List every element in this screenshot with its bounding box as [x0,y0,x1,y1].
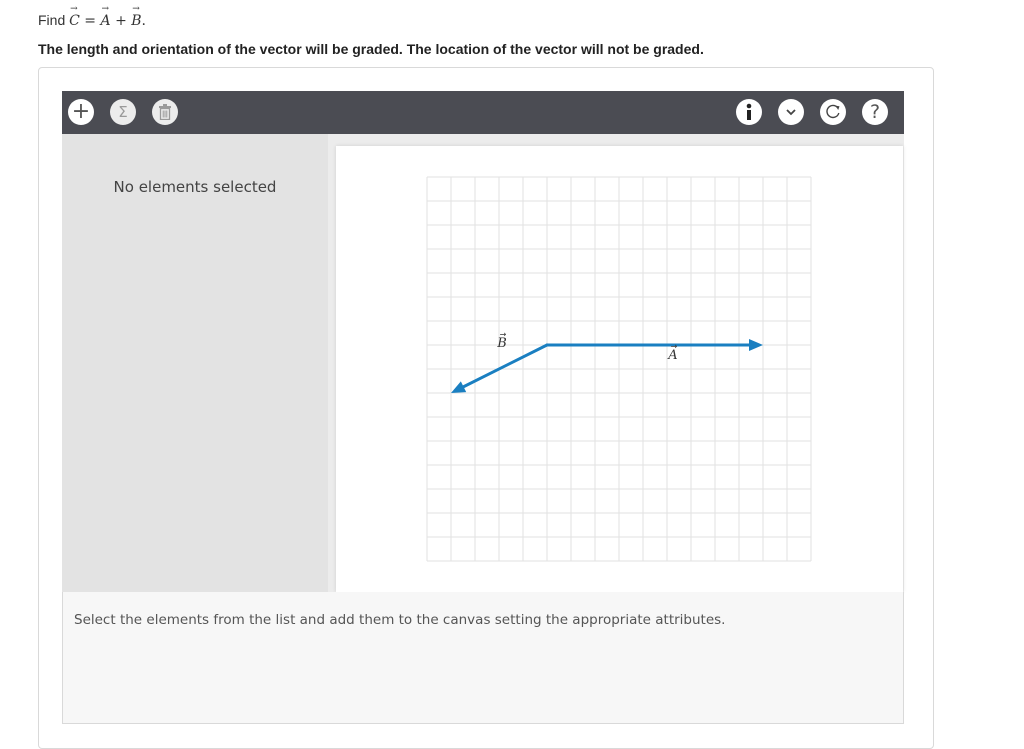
no-selection-message: No elements selected [113,178,277,196]
vector-a-arrowhead[interactable] [749,339,763,351]
info-button[interactable] [736,99,762,125]
info-icon [746,103,752,120]
vector-b-symbol: B [131,4,141,29]
grading-instructions: The length and orientation of the vector… [38,41,704,57]
trash-icon [159,104,171,120]
vector-c-symbol: C [69,4,80,29]
hint-text: Select the elements from the list and ad… [74,612,726,628]
toolbar: + Σ ? [62,91,904,134]
reset-icon [826,104,840,119]
vector-a-symbol: A [100,4,110,29]
menu-dropdown-button[interactable] [778,99,804,125]
add-icon: + [71,99,91,124]
prompt-period: . [141,13,146,29]
prompt-equation: C = A + B. [69,4,146,29]
help-icon: ? [869,101,881,123]
drawing-canvas[interactable]: A → B → [336,146,903,592]
vector-a[interactable]: A→ [545,339,763,363]
chevron-down-icon [786,109,796,116]
sigma-icon: Σ [118,103,128,121]
grid [426,176,812,562]
question-prompt: Find C = A + B. [38,4,146,29]
equals-sign: = [84,13,97,29]
add-element-button[interactable]: + [68,99,94,125]
vector-b-label-arrow: → [500,330,507,339]
vector-canvas[interactable]: A→B→ [336,146,903,592]
plus-sign: + [115,13,127,29]
prompt-prefix: Find [38,12,66,28]
hint-panel: Select the elements from the list and ad… [62,592,904,724]
vector-b-shaft[interactable] [462,343,549,389]
properties-panel: No elements selected [62,134,328,592]
delete-button[interactable] [152,99,178,125]
reset-button[interactable] [820,99,846,125]
sum-button[interactable]: Σ [110,99,136,125]
vector-a-label-arrow: → [671,342,678,351]
help-button[interactable]: ? [862,99,888,125]
